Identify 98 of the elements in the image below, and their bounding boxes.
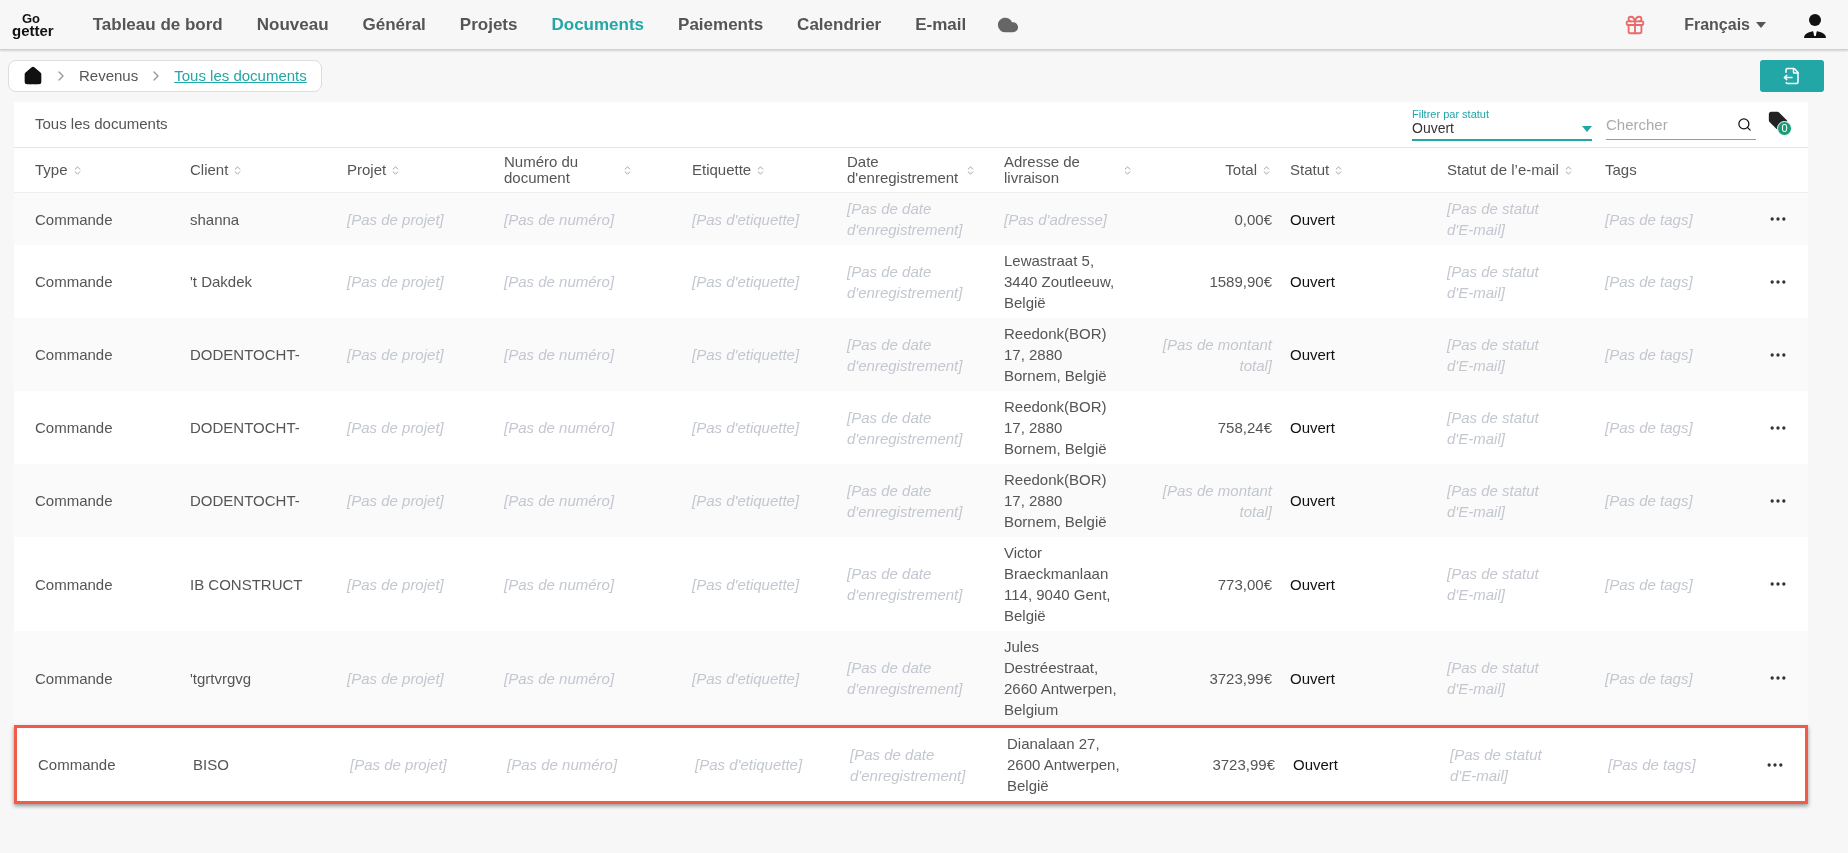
table-cell-text: Ouvert (1290, 345, 1335, 365)
logo[interactable]: Go getter (12, 11, 54, 38)
table-cell-text: IB CONSTRUCT (190, 574, 303, 595)
table-cell-text: shanna (190, 209, 240, 230)
table-cell-text: [Pas de tags] (1605, 272, 1693, 292)
column-header[interactable]: Total (1225, 162, 1272, 178)
sort-icon (1261, 164, 1272, 176)
table-cell-text: Commande (35, 574, 113, 595)
table-cell-text: [Pas de statut d'E-mail] (1447, 407, 1540, 449)
home-icon[interactable] (23, 66, 43, 86)
table-cell-text: 't Dakdek (190, 272, 253, 292)
table-cell-text: [Pas de statut d'E-mail] (1447, 261, 1540, 303)
table-cell-text: 1589,90€ (1209, 272, 1272, 292)
table-cell-text: [Pas de date d'enregistrement] (847, 564, 964, 605)
column-header[interactable]: Statut de l’e-mail (1447, 162, 1574, 178)
table-cell-text: [Pas de numéro] (507, 755, 618, 775)
table-cell-text: [Pas de date d'enregistrement] (850, 744, 967, 786)
table-cell-text: [Pas de numéro] (504, 574, 615, 595)
table-cell-text: Reedonk(BOR) 17, 2880 Bornem, België (1004, 324, 1108, 386)
status-filter[interactable]: Filtrer par statut Ouvert (1412, 108, 1592, 141)
search-field[interactable]: Chercher (1606, 109, 1756, 140)
nav-link[interactable]: Tableau de bord (75, 11, 240, 38)
table-cell-text: Commande (35, 668, 113, 689)
table-cell-text: [Pas de date d'enregistrement] (847, 407, 964, 449)
column-header[interactable]: Etiquette (692, 162, 767, 178)
column-header[interactable]: Statut (1290, 162, 1345, 178)
table-cell-text: [Pas de numéro] (504, 272, 615, 292)
table-cell-text: [Pas de date d'enregistrement] (847, 261, 964, 303)
nav-link[interactable]: Calendrier (780, 11, 899, 38)
table-cell-text: [Pas d'etiquette] (692, 272, 800, 292)
table-cell-text: Commande (35, 418, 113, 438)
table-cell-text: Commande (35, 491, 113, 511)
table-cell-text: Ouvert (1293, 755, 1338, 775)
table-cell-text: [Pas de tags] (1608, 755, 1696, 775)
column-header[interactable]: Numéro du document (504, 154, 633, 186)
nav-link[interactable]: Projets (442, 11, 535, 38)
gift-icon[interactable] (1624, 13, 1647, 36)
column-header[interactable]: Adresse de livraison (1004, 154, 1133, 186)
table-cell-text: BISO (193, 755, 229, 775)
table-cell-text: Reedonk(BOR) 17, 2880 Bornem, België (1004, 397, 1108, 459)
search-icon[interactable] (1737, 116, 1752, 132)
table-cell-text: 758,24€ (1217, 418, 1272, 438)
table-cell-text: [Pas de projet] (350, 755, 447, 775)
caret-icon (1582, 125, 1592, 132)
table-cell-text: Commande (35, 345, 113, 365)
export-button[interactable] (1760, 60, 1824, 92)
table-cell-text: Commande (35, 272, 113, 292)
table-cell-text: DODENTOCHT- (190, 418, 300, 438)
sort-icon (1122, 164, 1133, 176)
table-cell-text: DODENTOCHT- (190, 345, 300, 365)
table-cell-text: Dianalaan 27, 2600 Antwerpen, België (1007, 734, 1121, 796)
table-cell-text: Ouvert (1290, 574, 1335, 595)
table-cell-text: 3723,99€ (1209, 668, 1272, 689)
sort-icon (622, 164, 633, 176)
nav-link[interactable]: Nouveau (239, 11, 346, 38)
column-header[interactable]: Date d'enregistrement (847, 154, 976, 186)
table-cell-text: Lewastraat 5, 3440 Zoutleeuw, België (1004, 251, 1116, 313)
table-cell-text: Ouvert (1290, 418, 1335, 438)
sort-icon (965, 164, 976, 176)
nav-link[interactable]: E-mail (898, 11, 984, 38)
column-header[interactable]: Tags (1605, 162, 1637, 178)
card-title: Tous les documents (35, 114, 168, 135)
column-header[interactable]: Client (190, 162, 244, 178)
caret-icon (1756, 21, 1766, 28)
table-cell-text: Ouvert (1290, 668, 1335, 689)
table-cell-text: [Pas de projet] (347, 272, 444, 292)
breadcrumb-link[interactable]: Revenus (79, 64, 139, 88)
table-cell-text: [Pas de statut d'E-mail] (1447, 564, 1540, 605)
table-cell-text: 3723,99€ (1212, 755, 1275, 775)
user-avatar-icon[interactable] (1802, 11, 1828, 38)
table-cell-text: [Pas d'etiquette] (695, 755, 803, 775)
column-header[interactable]: Projet (347, 162, 402, 178)
table-cell-text: [Pas de projet] (347, 418, 444, 438)
table-cell-text: Ouvert (1290, 491, 1335, 511)
language-dropdown[interactable]: Français (1684, 12, 1766, 37)
table-cell-text: Jules Destréestraat, 2660 Antwerpen, Belgium (1004, 637, 1118, 720)
column-header[interactable]: Type (35, 162, 83, 178)
table-cell-text: [Pas de projet] (347, 574, 444, 595)
table-cell-text: [Pas de tags] (1605, 418, 1693, 438)
table-cell-text: 'tgrtvrgvg (190, 668, 252, 689)
table-cell-text: 773,00€ (1217, 574, 1272, 595)
table-cell-text: [Pas d'etiquette] (692, 418, 800, 438)
nav-link[interactable]: Général (345, 11, 443, 38)
file-export-icon (1783, 67, 1801, 85)
table-cell-text: DODENTOCHT- (190, 491, 300, 511)
table-cell-text: Ouvert (1290, 272, 1335, 292)
nav-link[interactable]: Paiements (661, 11, 781, 38)
highlighted-row[interactable]: Commande BISO [Pas de projet] [Pas de numéro] [Pas d'etiquette] [Pas de date d'enregistrement] Dianalaan 27, 2600 Antwerpen, België 3723,99€ Ouvert [Pas de statut d'E-mail] [Pas de tags] (14, 725, 1808, 804)
table-cell-text: Commande (35, 209, 113, 230)
table-cell-text: [Pas de statut d'E-mail] (1450, 744, 1543, 786)
table-cell-text: Reedonk(BOR) 17, 2880 Bornem, België (1004, 470, 1108, 532)
table-cell-text: 0,00€ (1234, 209, 1272, 230)
table-cell-text: [Pas d'etiquette] (692, 574, 800, 595)
table-cell-text: Commande (38, 755, 116, 775)
table-cell-text: [Pas de tags] (1605, 574, 1693, 595)
table-cell-text: Victor Braeckmanlaan 114, 9040 Gent, België (1004, 543, 1112, 626)
table-cell-text: [Pas de numéro] (504, 418, 615, 438)
table-cell-text: Ouvert (1290, 209, 1335, 230)
